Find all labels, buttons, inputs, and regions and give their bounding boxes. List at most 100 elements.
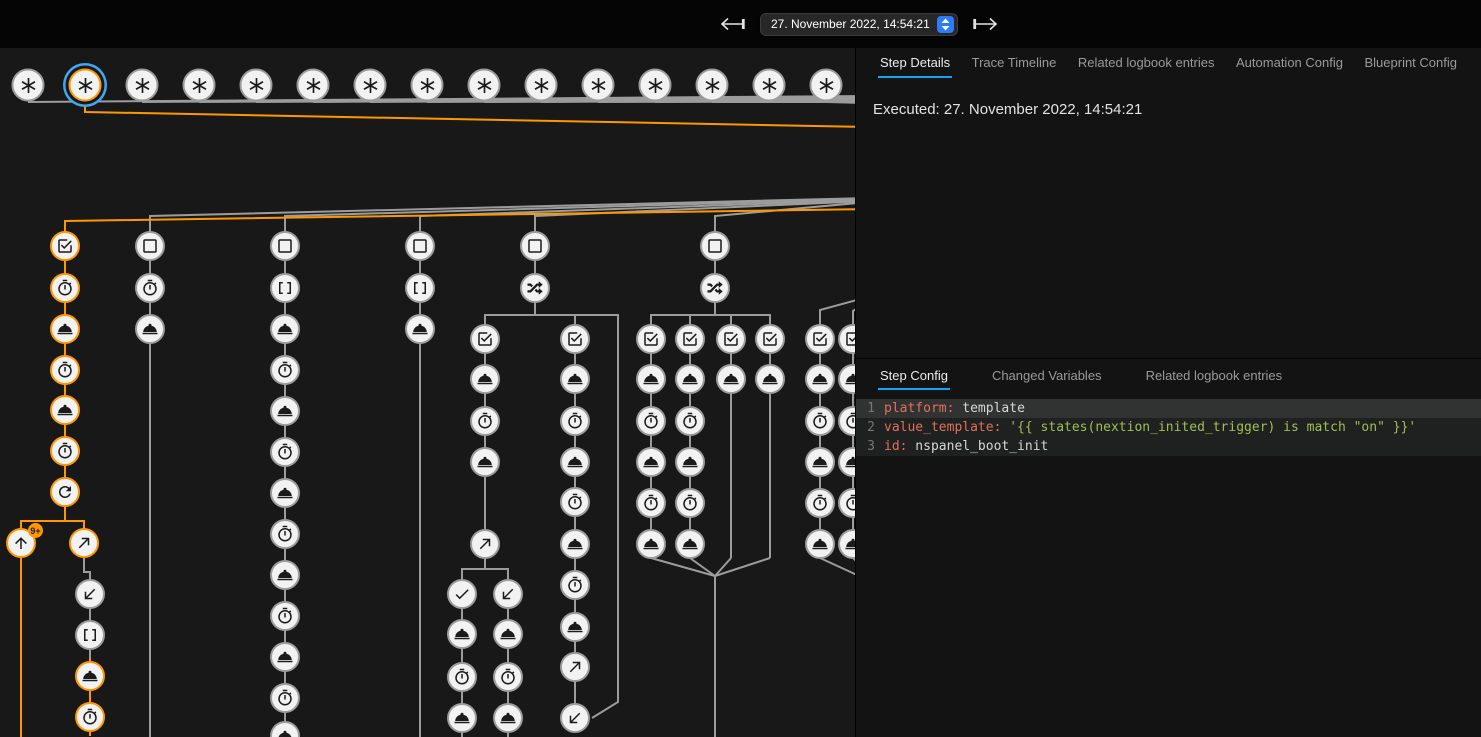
trace-node-timer[interactable]: [270, 437, 300, 467]
trigger-node[interactable]: [639, 69, 672, 102]
trace-node-checkbox-blank[interactable]: [270, 231, 300, 261]
trace-node-bell[interactable]: [270, 478, 300, 508]
trace-node-arrow-up[interactable]: 9+: [6, 528, 36, 558]
trace-node-brackets[interactable]: [270, 273, 300, 303]
trace-node-timer[interactable]: [838, 488, 855, 518]
trigger-node[interactable]: [183, 69, 216, 102]
trace-node-checkbox-marked[interactable]: [636, 324, 666, 354]
trace-node-bell[interactable]: [716, 364, 746, 394]
trace-node-checkbox-marked[interactable]: [805, 324, 835, 354]
trace-node-arrow-top-right[interactable]: [470, 529, 500, 559]
trace-node-bell[interactable]: [50, 395, 80, 425]
trace-node-checkbox-marked[interactable]: [838, 324, 855, 354]
trace-node-timer[interactable]: [270, 601, 300, 631]
trace-node-bell[interactable]: [675, 447, 705, 477]
tab-changed-variables[interactable]: Changed Variables: [990, 363, 1104, 390]
trace-node-timer[interactable]: [636, 406, 666, 436]
trace-node-timer[interactable]: [270, 355, 300, 385]
trace-node-arrow-bottom-left[interactable]: [493, 579, 523, 609]
trace-node-timer[interactable]: [675, 488, 705, 518]
trace-node-timer[interactable]: [50, 273, 80, 303]
trace-node-bell[interactable]: [470, 364, 500, 394]
trace-node-timer[interactable]: [135, 273, 165, 303]
tab-trace-timeline[interactable]: Trace Timeline: [970, 48, 1059, 78]
trace-node-bell[interactable]: [270, 721, 300, 737]
tab-automation-config[interactable]: Automation Config: [1234, 48, 1345, 78]
trigger-node[interactable]: [582, 69, 615, 102]
trace-node-timer[interactable]: [560, 406, 590, 436]
trace-node-bell[interactable]: [50, 314, 80, 344]
trace-node-shuffle[interactable]: [520, 273, 550, 303]
trace-node-timer[interactable]: [447, 662, 477, 692]
tab-step-config[interactable]: Step Config: [878, 363, 950, 390]
trace-node-bell[interactable]: [135, 314, 165, 344]
trace-node-timer[interactable]: [270, 683, 300, 713]
trace-node-timer[interactable]: [560, 570, 590, 600]
next-trace-button[interactable]: [970, 14, 1000, 34]
trigger-node[interactable]: [354, 69, 387, 102]
trace-node-timer[interactable]: [805, 488, 835, 518]
trigger-node[interactable]: [240, 69, 273, 102]
trace-node-arrow-top-right[interactable]: [560, 652, 590, 682]
trace-node-timer[interactable]: [805, 406, 835, 436]
trace-node-bell[interactable]: [270, 642, 300, 672]
trace-node-checkbox-marked[interactable]: [50, 231, 80, 261]
trace-node-bell[interactable]: [838, 529, 855, 559]
trace-node-timer[interactable]: [560, 487, 590, 517]
trace-node-bell[interactable]: [560, 612, 590, 642]
trace-node-bell[interactable]: [560, 364, 590, 394]
trace-node-checkbox-marked[interactable]: [675, 324, 705, 354]
trace-node-check[interactable]: [447, 579, 477, 609]
trace-node-bell[interactable]: [447, 619, 477, 649]
trigger-node[interactable]: [12, 69, 45, 102]
trace-node-bell[interactable]: [636, 529, 666, 559]
trigger-node[interactable]: [810, 69, 843, 102]
trace-node-shuffle[interactable]: [700, 273, 730, 303]
trace-node-checkbox-blank[interactable]: [405, 231, 435, 261]
trace-node-checkbox-marked[interactable]: [716, 324, 746, 354]
trace-node-bell[interactable]: [75, 661, 105, 691]
tab-related-logbook-entries[interactable]: Related logbook entries: [1144, 363, 1285, 390]
trace-node-checkbox-blank[interactable]: [135, 231, 165, 261]
trace-node-timer[interactable]: [75, 702, 105, 732]
trigger-node[interactable]: [753, 69, 786, 102]
trace-node-timer[interactable]: [636, 488, 666, 518]
trace-node-checkbox-marked[interactable]: [755, 324, 785, 354]
trace-node-timer[interactable]: [675, 406, 705, 436]
trace-node-bell[interactable]: [805, 447, 835, 477]
tab-related-logbook-entries[interactable]: Related logbook entries: [1076, 48, 1217, 78]
previous-trace-button[interactable]: [718, 14, 748, 34]
trace-node-bell[interactable]: [838, 364, 855, 394]
trace-node-arrow-top-right[interactable]: [69, 528, 99, 558]
trace-node-bell[interactable]: [270, 396, 300, 426]
trace-node-timer[interactable]: [270, 519, 300, 549]
trace-node-checkbox-blank[interactable]: [520, 231, 550, 261]
trace-node-arrow-bottom-left[interactable]: [560, 703, 590, 733]
trace-node-checkbox-marked[interactable]: [470, 324, 500, 354]
trace-node-brackets[interactable]: [75, 620, 105, 650]
trace-node-bell[interactable]: [493, 619, 523, 649]
trace-node-bell[interactable]: [838, 447, 855, 477]
trace-node-bell[interactable]: [270, 560, 300, 590]
trace-node-checkbox-marked[interactable]: [560, 324, 590, 354]
trace-node-bell[interactable]: [470, 447, 500, 477]
trace-node-brackets[interactable]: [405, 273, 435, 303]
trigger-node[interactable]: [126, 69, 159, 102]
trace-node-bell[interactable]: [675, 529, 705, 559]
trace-node-timer[interactable]: [838, 406, 855, 436]
trace-node-bell[interactable]: [805, 529, 835, 559]
trace-node-bell[interactable]: [405, 314, 435, 344]
trigger-node[interactable]: [411, 69, 444, 102]
trace-node-bell[interactable]: [636, 447, 666, 477]
trace-node-checkbox-blank[interactable]: [700, 231, 730, 261]
trace-node-timer[interactable]: [50, 436, 80, 466]
trace-node-arrow-bottom-left[interactable]: [75, 579, 105, 609]
trace-node-bell[interactable]: [560, 447, 590, 477]
trace-node-refresh[interactable]: [50, 477, 80, 507]
trace-node-bell[interactable]: [675, 364, 705, 394]
trace-node-bell[interactable]: [560, 529, 590, 559]
trigger-node[interactable]: [696, 69, 729, 102]
trace-run-select[interactable]: 27. November 2022, 14:54:21: [760, 13, 958, 36]
tab-step-details[interactable]: Step Details: [878, 48, 952, 78]
trace-node-bell[interactable]: [447, 703, 477, 733]
